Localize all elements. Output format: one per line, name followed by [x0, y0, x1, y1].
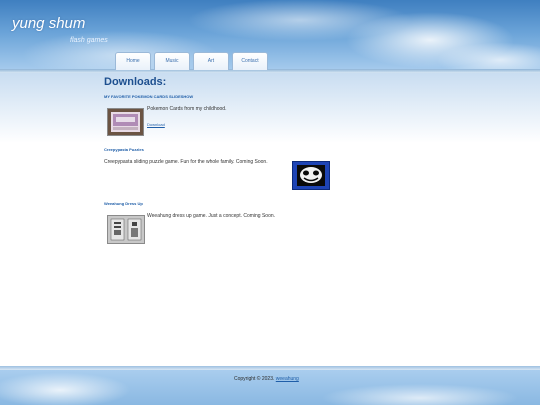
download-link[interactable]: Download — [147, 122, 165, 127]
header-sky-banner — [0, 0, 540, 72]
downloads-section: Downloads: — [104, 76, 344, 88]
item-title-creepypasta[interactable]: Creepypasta Puzzles — [104, 147, 144, 152]
creepy-face-image — [293, 162, 329, 189]
site-subtitle: flash games — [70, 37, 108, 44]
site-title[interactable]: yung shum — [12, 15, 85, 32]
item-desc-creepypasta: Creepypasta sliding puzzle game. Fun for… — [104, 159, 268, 165]
pokemon-card-image — [108, 109, 143, 135]
item-title-pokemon[interactable]: MY FAVORITE POKEMON CARDS SLIDESHOW — [104, 94, 193, 99]
main-nav: Home Music Art Contact — [115, 52, 268, 70]
footer-copyright: Copyright © 2023. weeahung — [234, 376, 299, 382]
dressup-image — [108, 216, 144, 243]
item-desc-pokemon: Pokemon Cards from my childhood. — [147, 106, 227, 112]
copyright-text: Copyright © 2023. — [234, 376, 275, 382]
creepypasta-thumbnail[interactable] — [292, 161, 330, 190]
dressup-thumbnail[interactable] — [107, 215, 145, 244]
item-title-dressup[interactable]: Weeahung Dress Up — [104, 201, 143, 206]
footer-link[interactable]: weeahung — [276, 376, 299, 382]
tab-art[interactable]: Art — [193, 52, 229, 70]
tab-music[interactable]: Music — [154, 52, 190, 70]
pokemon-card-thumbnail[interactable] — [107, 108, 144, 136]
tab-home[interactable]: Home — [115, 52, 151, 70]
page-title: Downloads: — [104, 76, 167, 88]
item-desc-dressup: Weeahung dress up game. Just a concept. … — [147, 213, 276, 219]
tab-contact[interactable]: Contact — [232, 52, 268, 70]
